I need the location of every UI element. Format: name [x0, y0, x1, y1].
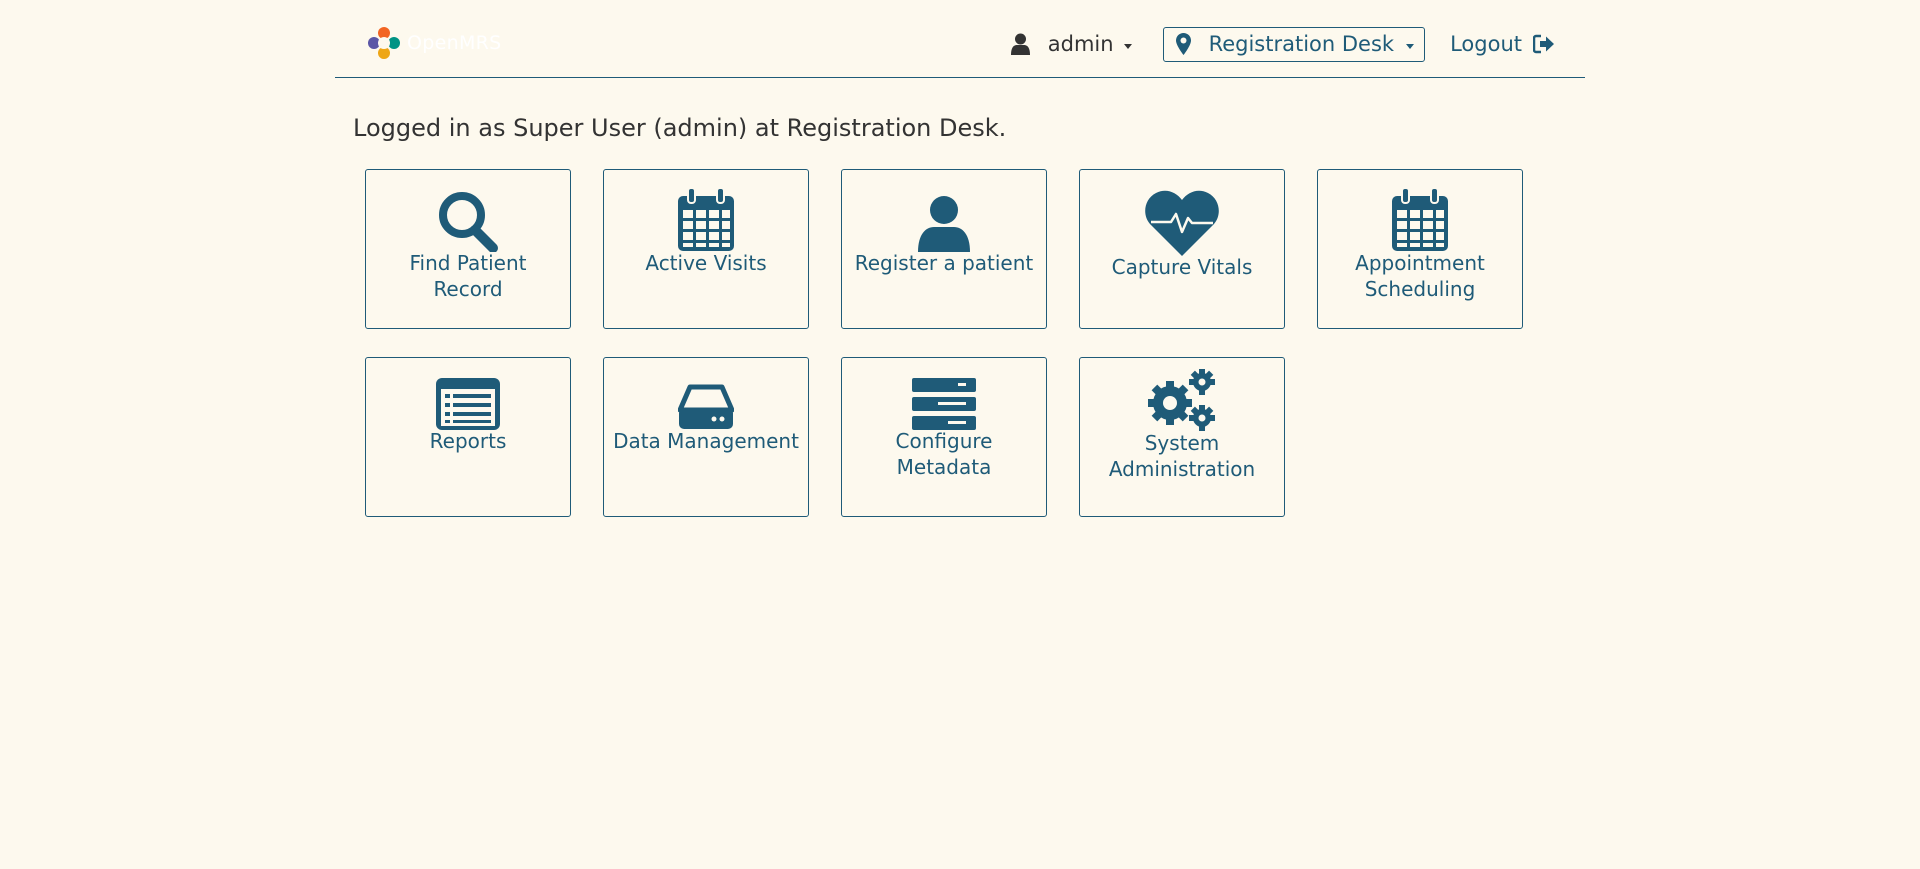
chevron-down-icon [1406, 43, 1415, 49]
app-label: Register a patient [854, 251, 1034, 275]
app-find-patient-record[interactable]: Find Patient Record [365, 169, 571, 329]
server-icon [912, 378, 976, 430]
user-menu[interactable]: admin [1010, 32, 1132, 56]
app-label: Configure Metadata [895, 429, 993, 479]
app-configure-metadata[interactable]: Configure Metadata [841, 357, 1047, 517]
app-label: Reports [429, 429, 507, 453]
calendar-icon [678, 188, 734, 251]
app-capture-vitals[interactable]: Capture Vitals [1079, 169, 1285, 329]
app-system-administration[interactable]: System Administration [1079, 357, 1285, 517]
header: OpenMRS admin Registration Desk Logout [335, 0, 1585, 78]
app-label: Active Visits [645, 251, 767, 275]
header-nav: admin Registration Desk Logout [1010, 25, 1555, 63]
app-reports[interactable]: Reports [365, 357, 571, 517]
app-label: Find Patient Record [409, 251, 527, 301]
user-icon [918, 196, 970, 252]
app-active-visits[interactable]: Active Visits [603, 169, 809, 329]
logo-text: OpenMRS [407, 32, 502, 54]
app-label: Capture Vitals [1111, 255, 1253, 279]
location-menu-label: Registration Desk [1208, 32, 1395, 56]
app-label: Data Management [613, 429, 799, 453]
page-container: OpenMRS admin Registration Desk Logout L… [335, 0, 1585, 517]
map-marker-icon [1175, 33, 1191, 55]
app-label: System Administration [1108, 431, 1256, 481]
calendar-icon [1392, 188, 1448, 251]
logo[interactable]: OpenMRS [367, 26, 502, 60]
welcome-message: Logged in as Super User (admin) at Regis… [353, 114, 1007, 142]
openmrs-logo-icon [368, 27, 400, 59]
app-appointment-scheduling[interactable]: Appointment Scheduling [1317, 169, 1523, 329]
user-menu-label: admin [1047, 32, 1114, 56]
app-register-patient[interactable]: Register a patient [841, 169, 1047, 329]
chevron-down-icon [1123, 43, 1132, 49]
hdd-icon [678, 384, 734, 429]
logout-link[interactable]: Logout [1450, 32, 1555, 56]
user-icon [1010, 33, 1030, 55]
list-alt-icon [436, 378, 500, 430]
location-menu[interactable]: Registration Desk [1162, 26, 1426, 62]
search-icon [439, 192, 498, 252]
sign-out-icon [1533, 34, 1555, 54]
cogs-icon [1148, 369, 1215, 431]
app-label: Appointment Scheduling [1355, 251, 1485, 301]
app-data-management[interactable]: Data Management [603, 357, 809, 517]
heartbeat-icon [1145, 190, 1219, 256]
logout-label: Logout [1450, 32, 1522, 56]
